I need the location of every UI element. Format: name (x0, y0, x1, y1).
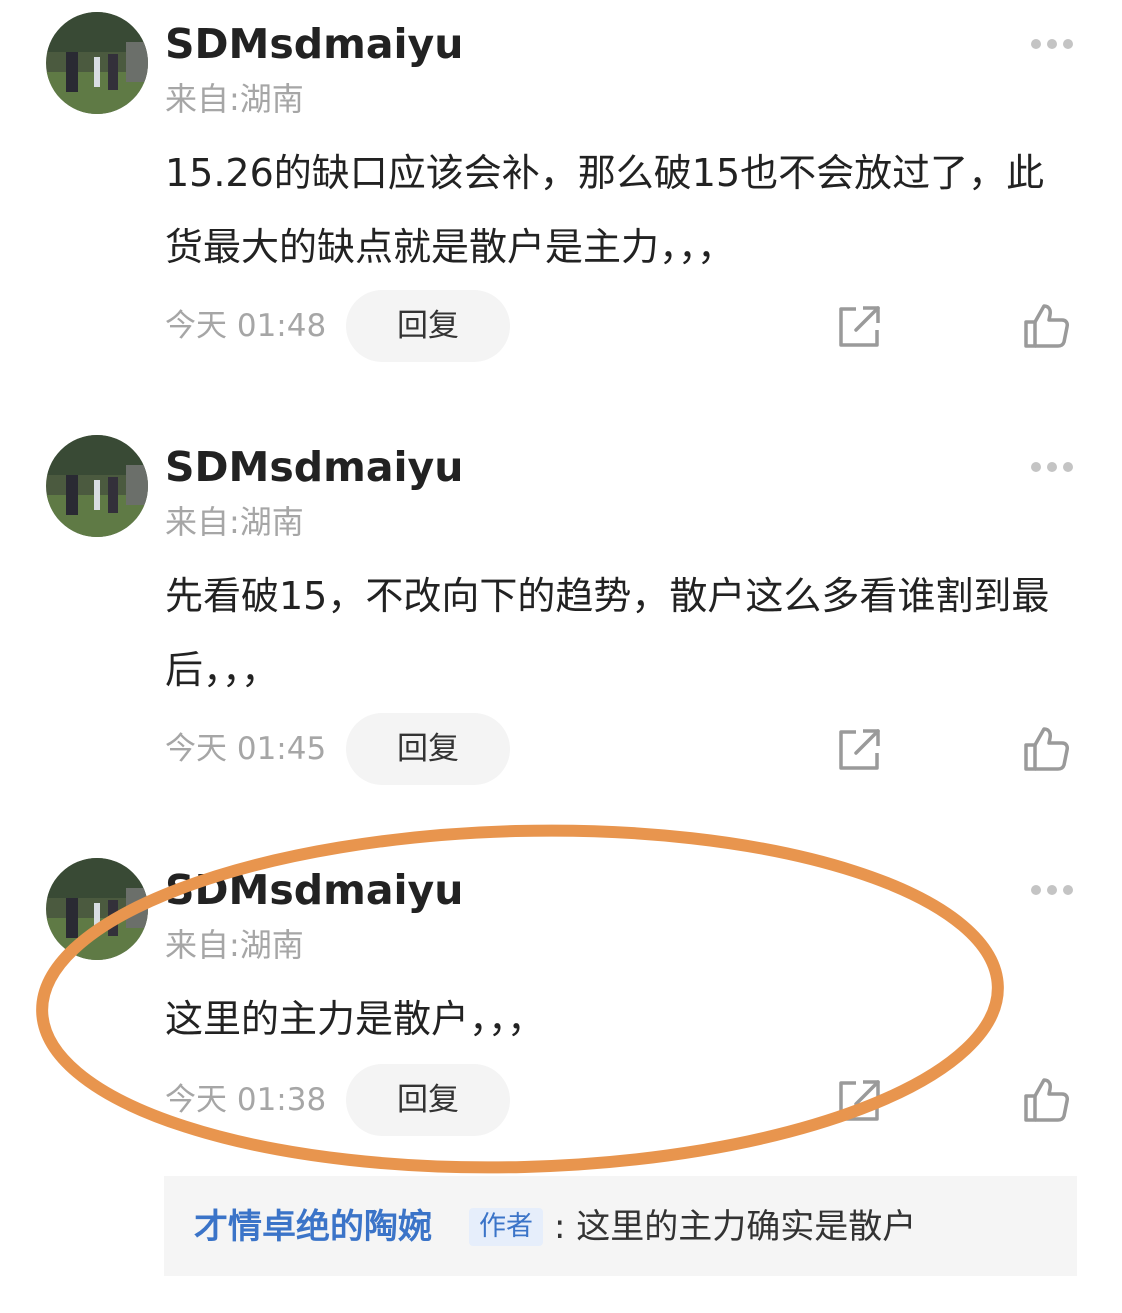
comment-item: SDMsdmaiyu 来自:湖南 15.26的缺口应该会补，那么破15也不会放过… (0, 0, 1122, 380)
location-label: 来自:湖南 (165, 503, 304, 541)
thumbs-up-icon[interactable] (1022, 302, 1070, 350)
comment-text: 先看破15，不改向下的趋势，散户这么多看谁割到最后，，， (165, 574, 1050, 692)
avatar[interactable] (46, 435, 148, 537)
sub-reply[interactable]: 才情卓绝的陶婉 作者 : 这里的主力确实是散户 (164, 1176, 1077, 1276)
reply-text: : 这里的主力确实是散户 (554, 1207, 917, 1247)
author-badge: 作者 (469, 1208, 543, 1246)
reply-author-name[interactable]: 才情卓绝的陶婉 (194, 1205, 432, 1249)
timestamp: 今天 01:45 (165, 731, 327, 767)
location-label: 来自:湖南 (165, 80, 304, 118)
comment-actions: 今天 01:38 回复 (0, 1064, 1122, 1136)
share-icon[interactable] (836, 304, 882, 350)
username[interactable]: SDMsdmaiyu (165, 441, 463, 493)
comment-item: SDMsdmaiyu 来自:湖南 先看破15，不改向下的趋势，散户这么多看谁割到… (0, 423, 1122, 803)
comment-actions: 今天 01:48 回复 (0, 290, 1122, 362)
timestamp: 今天 01:38 (165, 1082, 327, 1118)
comment-actions: 今天 01:45 回复 (0, 713, 1122, 785)
share-icon[interactable] (836, 727, 882, 773)
reply-button[interactable]: 回复 (346, 713, 510, 785)
avatar[interactable] (46, 12, 148, 114)
reply-button[interactable]: 回复 (346, 290, 510, 362)
more-horizontal-icon[interactable] (1030, 461, 1074, 473)
thumbs-up-icon[interactable] (1022, 1076, 1070, 1124)
location-label: 来自:湖南 (165, 926, 304, 964)
share-icon[interactable] (836, 1078, 882, 1124)
comment-text: 15.26的缺口应该会补，那么破15也不会放过了，此货最大的缺点就是散户是主力，… (165, 151, 1045, 269)
more-horizontal-icon[interactable] (1030, 38, 1074, 50)
timestamp: 今天 01:48 (165, 308, 327, 344)
more-horizontal-icon[interactable] (1030, 884, 1074, 896)
reply-button[interactable]: 回复 (346, 1064, 510, 1136)
username[interactable]: SDMsdmaiyu (165, 864, 463, 916)
comment-item: SDMsdmaiyu 来自:湖南 这里的主力是散户，，， 今天 01:38 回复 (0, 846, 1122, 1176)
username[interactable]: SDMsdmaiyu (165, 18, 463, 70)
comment-text: 这里的主力是散户，，， (165, 997, 546, 1041)
thumbs-up-icon[interactable] (1022, 725, 1070, 773)
avatar[interactable] (46, 858, 148, 960)
